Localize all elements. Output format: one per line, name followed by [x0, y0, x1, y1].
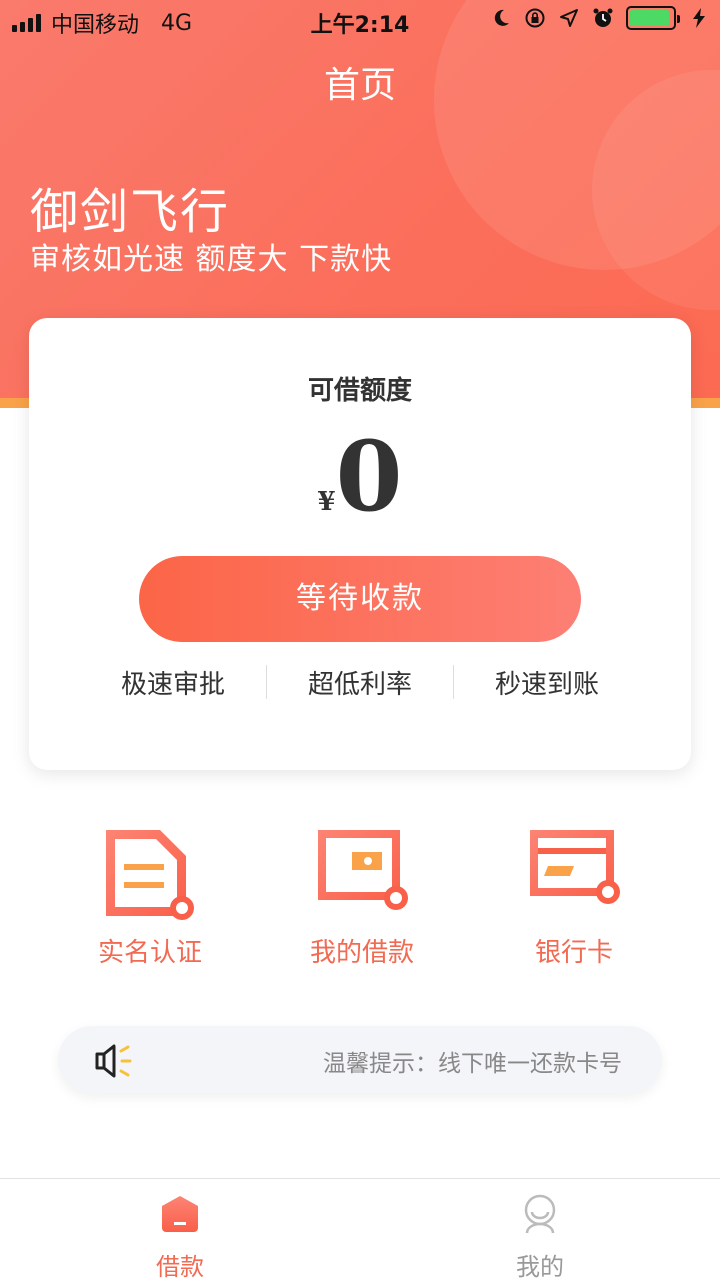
- quick-action-label: 银行卡: [534, 938, 613, 968]
- bottom-tab-bar: 借款 我的: [0, 1178, 720, 1280]
- quick-action-my-loans[interactable]: 我的借款: [272, 826, 452, 969]
- bank-card-icon: [530, 830, 620, 904]
- rotation-lock-icon: [524, 7, 546, 29]
- feature-fast-approval: 极速审批: [120, 669, 225, 700]
- page-title: 首页: [323, 65, 396, 106]
- tab-loan[interactable]: 借款: [80, 1193, 280, 1280]
- quick-action-label: 我的借款: [309, 938, 414, 968]
- speaker-icon: [95, 1044, 132, 1078]
- status-bar: 中国移动 4G 上午2:14: [0, 0, 720, 40]
- profile-icon: [524, 1194, 556, 1234]
- quick-action-bank-card[interactable]: 银行卡: [484, 826, 664, 969]
- moon-icon: [490, 7, 512, 29]
- location-arrow-icon: [558, 7, 580, 29]
- wait-payment-button[interactable]: 等待收款: [139, 556, 581, 642]
- quick-action-identity[interactable]: 实名认证: [60, 826, 240, 969]
- wallet-icon: [318, 830, 408, 910]
- charging-bolt-icon: [688, 7, 710, 29]
- feature-low-rate: 超低利率: [307, 669, 412, 700]
- amount-value: 0: [335, 420, 403, 533]
- hero-title: 御剑飞行: [30, 184, 231, 240]
- currency-symbol: ¥: [317, 487, 336, 517]
- credit-limit-amount: ¥0: [29, 422, 691, 532]
- tab-label: 借款: [156, 1253, 204, 1280]
- hero-subtitle: 审核如光速 额度大 下款快: [30, 242, 393, 277]
- credit-limit-card: 可借额度 ¥0 等待收款 极速审批 超低利率 秒速到账: [29, 318, 691, 770]
- feature-instant-payout: 秒速到账: [494, 669, 599, 700]
- quick-action-label: 实名认证: [97, 938, 202, 968]
- credit-limit-label: 可借额度: [307, 376, 412, 406]
- notice-bar[interactable]: 温馨提示：线下唯一还款卡号: [58, 1026, 662, 1094]
- quick-actions: 实名认证 我的借款 银行卡: [0, 826, 720, 976]
- battery-icon: [626, 6, 680, 30]
- alarm-icon: [592, 7, 614, 29]
- tab-mine[interactable]: 我的: [440, 1193, 640, 1280]
- tab-label: 我的: [516, 1253, 564, 1280]
- notice-text: 温馨提示：线下唯一还款卡号: [323, 1051, 622, 1077]
- home-icon: [162, 1196, 198, 1232]
- id-document-icon: [106, 830, 194, 920]
- feature-list: 极速审批 超低利率 秒速到账: [29, 662, 691, 702]
